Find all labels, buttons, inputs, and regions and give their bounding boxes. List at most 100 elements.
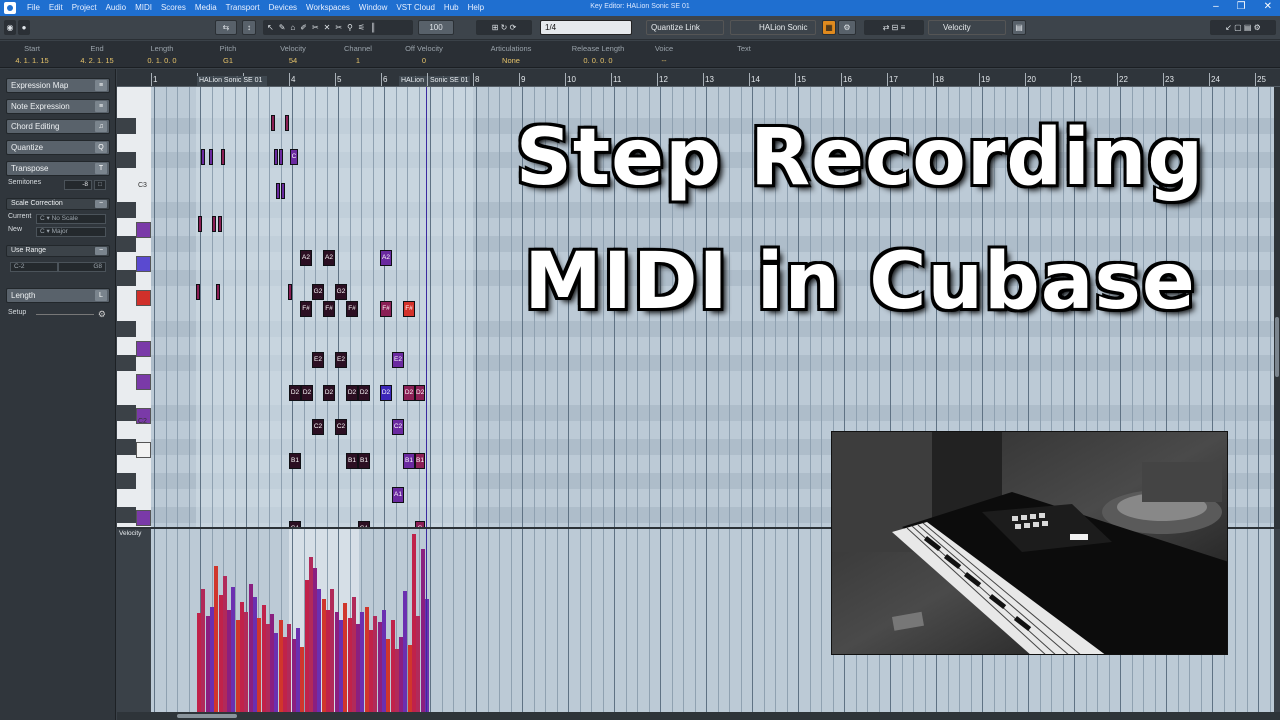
info-value[interactable]: -- <box>629 56 699 65</box>
midi-note[interactable]: C2 <box>392 419 404 436</box>
midi-note[interactable]: D2 <box>380 385 392 402</box>
midi-note[interactable] <box>221 148 225 165</box>
length-section[interactable]: Length L <box>6 288 110 303</box>
part-label[interactable]: Sonic SE 01 <box>428 76 470 86</box>
range-low-field[interactable]: C-2 <box>10 262 58 272</box>
midi-note[interactable] <box>218 216 222 233</box>
midi-note[interactable]: F# <box>323 300 335 317</box>
midi-note[interactable]: F# <box>346 300 358 317</box>
info-pitch[interactable]: Pitch G1 <box>193 44 263 65</box>
vertical-scrollbar[interactable] <box>1274 87 1280 527</box>
midi-note[interactable]: F# <box>380 300 392 317</box>
scale-current-select[interactable]: C ▾ No Scale <box>36 214 106 224</box>
midi-note[interactable]: B1 <box>289 452 301 469</box>
played-key[interactable] <box>136 509 151 526</box>
info-value[interactable]: None <box>476 56 546 65</box>
info-channel[interactable]: Channel 1 <box>323 44 393 65</box>
tool-palette[interactable]: ↖✎⌂✐✂✕✂⚲⚟║ <box>263 20 413 35</box>
midi-note[interactable]: A2 <box>300 250 312 267</box>
midi-note[interactable]: D2 <box>323 385 335 402</box>
midi-note[interactable] <box>281 182 285 199</box>
quantize-mode-select[interactable]: Quantize Link <box>646 20 724 35</box>
info-voice[interactable]: Voice -- <box>629 44 699 65</box>
solo-icon[interactable]: ◉ <box>4 20 16 35</box>
midi-note[interactable] <box>279 148 283 165</box>
semitones-value[interactable]: -8 <box>64 180 92 190</box>
snap-tools[interactable]: ⊞ ↻ ⟳ <box>476 20 532 35</box>
midi-icon[interactable]: ▤ <box>1012 20 1026 35</box>
midi-note[interactable]: F# <box>403 300 415 317</box>
midi-note[interactable]: C <box>290 148 298 165</box>
black-key[interactable] <box>117 320 136 337</box>
settings-icon[interactable]: ⚙ <box>838 20 856 35</box>
played-key[interactable] <box>136 222 151 239</box>
minimize-button[interactable]: – <box>1213 1 1219 12</box>
scale-correction-section[interactable]: Scale Correction − <box>6 198 110 210</box>
black-key[interactable] <box>117 236 136 253</box>
midi-note[interactable]: B1 <box>403 452 415 469</box>
info-value[interactable]: G1 <box>193 56 263 65</box>
playhead-cursor[interactable] <box>426 87 427 527</box>
info-start[interactable]: Start 4. 1. 1. 15 <box>0 44 67 65</box>
info-release-length[interactable]: Release Length 0. 0. 0. 0 <box>563 44 633 65</box>
info-velocity[interactable]: Velocity 54 <box>258 44 328 65</box>
black-key[interactable] <box>117 405 136 422</box>
info-value[interactable]: 0 <box>389 56 459 65</box>
transpose-section[interactable]: Transpose T <box>6 161 110 176</box>
vertical-scroll-thumb[interactable] <box>1275 317 1279 377</box>
midi-note[interactable] <box>196 283 200 300</box>
info-value[interactable]: 4. 2. 1. 15 <box>62 56 132 65</box>
black-key[interactable] <box>117 472 136 489</box>
midi-note[interactable]: D2 <box>415 385 425 402</box>
chord-editing-section[interactable]: Chord Editing ♫ <box>6 119 110 134</box>
info-length[interactable]: Length 0. 1. 0. 0 <box>127 44 197 65</box>
info-end[interactable]: End 4. 2. 1. 15 <box>62 44 132 65</box>
played-key[interactable] <box>136 289 151 306</box>
midi-note[interactable]: A1 <box>392 486 404 503</box>
close-button[interactable]: ✕ <box>1264 1 1272 12</box>
instrument-select[interactable]: HALion Sonic <box>730 20 816 35</box>
info-value[interactable]: 0. 0. 0. 0 <box>563 56 633 65</box>
black-key[interactable] <box>117 117 136 134</box>
midi-note[interactable]: D2 <box>403 385 415 402</box>
black-key[interactable] <box>117 151 136 168</box>
info-text[interactable]: Text <box>709 44 779 56</box>
midi-note[interactable] <box>276 182 280 199</box>
info-off-velocity[interactable]: Off Velocity 0 <box>389 44 459 65</box>
expression-map-section[interactable]: Expression Map ≡ <box>6 78 110 93</box>
midi-note[interactable]: C2 <box>312 419 324 436</box>
info-value[interactable]: 4. 1. 1. 15 <box>0 56 67 65</box>
part-label[interactable]: HALion Sonic SE 01 <box>197 76 267 86</box>
black-key[interactable] <box>117 354 136 371</box>
midi-note[interactable]: C2 <box>335 419 347 436</box>
zoom-control[interactable]: 100 <box>418 20 454 35</box>
midi-note[interactable]: D2 <box>346 385 358 402</box>
horizontal-scroll-thumb[interactable] <box>177 714 237 718</box>
midi-note[interactable]: A2 <box>380 250 392 267</box>
midi-note[interactable] <box>198 216 202 233</box>
mouse-pointer-icon[interactable]: ↕ <box>242 20 256 35</box>
use-range-toggle-icon[interactable]: − <box>95 247 107 255</box>
window-layout-tools[interactable]: ↙ ▢ ▤ ⚙ <box>1210 20 1276 35</box>
midi-note[interactable]: G2 <box>335 283 347 300</box>
step-input-icon[interactable]: ⇆ <box>215 20 237 35</box>
midi-note[interactable] <box>285 114 289 131</box>
midi-note[interactable]: B1 <box>415 452 425 469</box>
midi-note[interactable] <box>212 216 216 233</box>
midi-note[interactable]: F# <box>300 300 312 317</box>
maximize-button[interactable]: ❐ <box>1237 1 1246 12</box>
midi-note[interactable]: D2 <box>289 385 301 402</box>
scale-correction-toggle-icon[interactable]: − <box>95 200 107 208</box>
record-icon[interactable]: ● <box>18 20 30 35</box>
black-key[interactable] <box>117 506 136 523</box>
midi-note[interactable]: D2 <box>301 385 313 402</box>
controller-lane-select[interactable]: Velocity <box>928 20 1006 35</box>
midi-note[interactable] <box>209 148 213 165</box>
midi-note[interactable]: E2 <box>335 351 347 368</box>
played-key[interactable] <box>136 374 151 391</box>
midi-note[interactable]: B1 <box>358 452 370 469</box>
midi-note[interactable] <box>274 148 278 165</box>
midi-note[interactable]: D2 <box>358 385 370 402</box>
played-key[interactable] <box>136 441 151 458</box>
black-key[interactable] <box>117 439 136 455</box>
